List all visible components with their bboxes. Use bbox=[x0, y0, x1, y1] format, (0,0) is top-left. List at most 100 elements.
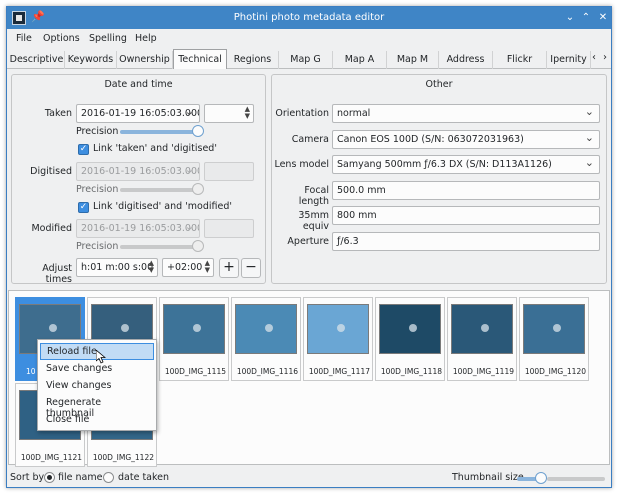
link-digitised-modified-label: Link 'digitised' and 'modified' bbox=[93, 201, 232, 212]
35mm-equiv-input[interactable]: 800 mm bbox=[332, 206, 600, 225]
window-title: Photini photo metadata editor bbox=[233, 12, 385, 23]
menu-file[interactable]: File bbox=[16, 33, 32, 44]
35mm-equiv-label: 35mm equiv bbox=[298, 210, 329, 232]
focal-length-label: Focal length bbox=[298, 185, 329, 207]
link-taken-digitised-label: Link 'taken' and 'digitised' bbox=[93, 143, 217, 154]
maximize-icon[interactable]: ⌃ bbox=[579, 10, 593, 26]
taken-offset-spinbox[interactable]: ▲ ▼ bbox=[204, 104, 254, 123]
close-icon[interactable]: ✕ bbox=[596, 10, 610, 26]
photo-thumbnail bbox=[451, 304, 513, 354]
modified-precision-label: Precision bbox=[76, 241, 119, 252]
tab-scroll-right-icon[interactable]: › bbox=[603, 52, 607, 63]
thumbnail-1117[interactable]: 100D_IMG_1117 bbox=[303, 297, 373, 381]
tab-ipernity[interactable]: Ipernity bbox=[547, 51, 591, 69]
menu-options[interactable]: Options bbox=[43, 33, 80, 44]
lens-model-select[interactable]: Samyang 500mm ƒ/6.3 DX (S/N: D113A1126) bbox=[332, 155, 600, 174]
thumbnail-1120[interactable]: 100D_IMG_1120 bbox=[519, 297, 589, 381]
aperture-label: Aperture bbox=[287, 236, 329, 247]
thumbnail-caption: 100D_IMG_1116 bbox=[236, 367, 298, 376]
modified-precision-slider[interactable] bbox=[120, 240, 204, 252]
modified-label: Modified bbox=[31, 223, 72, 234]
photo-thumbnail bbox=[307, 304, 369, 354]
spin-arrows-icon[interactable]: ▲ ▼ bbox=[149, 260, 154, 274]
thumbnail-1118[interactable]: 100D_IMG_1118 bbox=[375, 297, 445, 381]
date-time-group: Date and time Taken 2016-01-19 16:05:03.… bbox=[11, 74, 266, 285]
tab-technical[interactable]: Technical bbox=[173, 49, 227, 70]
digitised-offset-spinbox[interactable] bbox=[204, 162, 254, 181]
tab-regions[interactable]: Regions bbox=[227, 51, 279, 69]
thumbnail-caption: 100D_IMG_1117 bbox=[308, 367, 370, 376]
adjust-times-spinbox[interactable]: h:01 m:00 s:00 ▲ ▼ bbox=[76, 258, 158, 277]
tab-map-g[interactable]: Map G bbox=[279, 51, 333, 69]
thumbnail-1115[interactable]: 100D_IMG_1115 bbox=[159, 297, 229, 381]
spin-arrows-icon[interactable]: ▲ ▼ bbox=[245, 106, 250, 120]
thumbnail-caption: 100D_IMG_1119 bbox=[452, 367, 514, 376]
mouse-cursor-icon bbox=[96, 350, 106, 364]
timezone-spinbox[interactable]: +02:00 ▲ ▼ bbox=[162, 258, 214, 277]
thumbnail-size-label: Thumbnail size bbox=[452, 472, 524, 483]
adjust-times-value: h:01 m:00 s:00 bbox=[81, 262, 154, 273]
thumbnail-1116[interactable]: 100D_IMG_1116 bbox=[231, 297, 301, 381]
status-bar: Sort by file name date taken Thumbnail s… bbox=[7, 467, 611, 487]
slider-knob[interactable] bbox=[192, 240, 204, 252]
orientation-label: Orientation bbox=[275, 108, 329, 119]
tab-bar: Descriptive Keywords Ownership Technical… bbox=[7, 49, 611, 70]
link-digitised-modified-checkbox[interactable]: ✓ bbox=[78, 202, 89, 213]
add-offset-button[interactable]: + bbox=[219, 258, 239, 278]
tab-map-m[interactable]: Map M bbox=[387, 51, 439, 69]
tab-descriptive[interactable]: Descriptive bbox=[9, 51, 65, 69]
sort-file-name-label: file name bbox=[58, 472, 103, 483]
menu-item-view-changes[interactable]: View changes bbox=[40, 378, 154, 395]
digitised-datetime-input[interactable]: 2016-01-19 16:05:03.000 bbox=[76, 162, 200, 181]
modified-datetime-input[interactable]: 2016-01-19 16:05:03.000 bbox=[76, 219, 200, 238]
thumbnail-caption: 100D_IMG_1115 bbox=[164, 367, 226, 376]
tab-scroll-left-icon[interactable]: ‹ bbox=[592, 52, 596, 63]
slider-knob[interactable] bbox=[535, 472, 547, 484]
taken-label: Taken bbox=[44, 108, 72, 119]
focal-length-input[interactable]: 500.0 mm bbox=[332, 181, 600, 200]
thumbnail-size-slider-track[interactable] bbox=[547, 477, 605, 481]
menu-help[interactable]: Help bbox=[135, 33, 157, 44]
sort-date-taken-radio[interactable] bbox=[103, 472, 114, 483]
aperture-input[interactable]: ƒ/6.3 bbox=[332, 232, 600, 251]
photo-thumbnail bbox=[235, 304, 297, 354]
slider-knob[interactable] bbox=[192, 125, 204, 137]
photo-thumbnail bbox=[379, 304, 441, 354]
menu-item-close-file[interactable]: Close file bbox=[40, 412, 154, 429]
minimize-icon[interactable]: ⌄ bbox=[563, 10, 577, 26]
sort-date-taken-label: date taken bbox=[118, 472, 170, 483]
tab-keywords[interactable]: Keywords bbox=[65, 51, 117, 69]
thumbnail-caption: 100D_IMG_1121 bbox=[20, 453, 82, 462]
camera-label: Camera bbox=[291, 134, 329, 145]
modified-offset-spinbox[interactable] bbox=[204, 219, 254, 238]
main-window: 📌 Photini photo metadata editor ⌄ ⌃ ✕ Fi… bbox=[6, 6, 612, 488]
menu-spelling[interactable]: Spelling bbox=[89, 33, 127, 44]
subtract-offset-button[interactable]: − bbox=[241, 258, 261, 278]
spin-arrows-icon[interactable]: ▲ ▼ bbox=[205, 260, 210, 274]
thumbnail-size-slider[interactable] bbox=[517, 472, 547, 484]
sort-file-name-radio[interactable] bbox=[44, 472, 55, 483]
slider-knob[interactable] bbox=[192, 183, 204, 195]
tab-flickr[interactable]: Flickr bbox=[493, 51, 547, 69]
tab-ownership[interactable]: Ownership bbox=[117, 51, 173, 69]
tab-map-a[interactable]: Map A bbox=[333, 51, 387, 69]
tab-address[interactable]: Address bbox=[439, 51, 493, 69]
link-taken-digitised-checkbox[interactable]: ✓ bbox=[78, 144, 89, 155]
title-bar[interactable]: 📌 Photini photo metadata editor ⌄ ⌃ ✕ bbox=[7, 7, 611, 29]
photo-thumbnail bbox=[163, 304, 225, 354]
timezone-value: +02:00 bbox=[167, 262, 203, 273]
menu-item-regenerate-thumbnail[interactable]: Regenerate thumbnail bbox=[40, 395, 154, 419]
camera-select[interactable]: Canon EOS 100D (S/N: 063072031963) bbox=[332, 130, 600, 149]
taken-datetime-input[interactable]: 2016-01-19 16:05:03.000 bbox=[76, 104, 200, 123]
orientation-select[interactable]: normal bbox=[332, 104, 600, 123]
adjust-times-label: Adjust times bbox=[42, 263, 72, 285]
date-time-title: Date and time bbox=[104, 79, 173, 90]
taken-precision-slider[interactable] bbox=[120, 125, 204, 137]
digitised-precision-slider[interactable] bbox=[120, 183, 204, 195]
other-title: Other bbox=[425, 79, 453, 90]
photo-thumbnail bbox=[523, 304, 585, 354]
digitised-label: Digitised bbox=[30, 166, 72, 177]
lens-model-label: Lens model bbox=[274, 159, 329, 170]
thumbnail-1119[interactable]: 100D_IMG_1119 bbox=[447, 297, 517, 381]
digitised-precision-label: Precision bbox=[76, 184, 119, 195]
